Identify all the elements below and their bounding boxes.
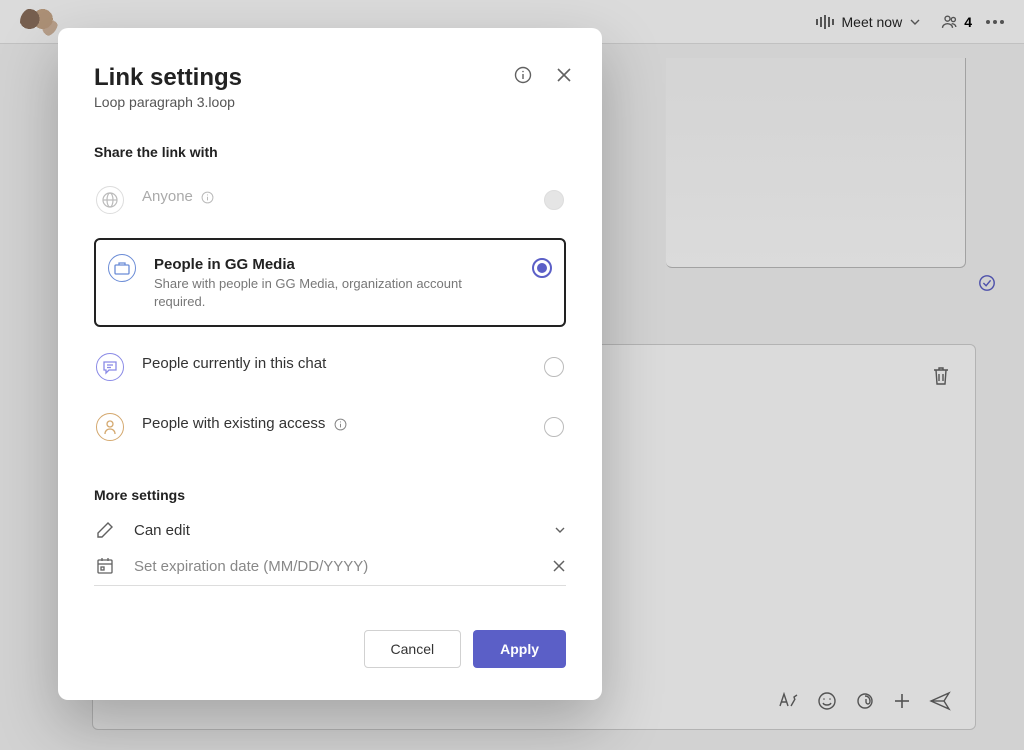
share-section-label: Share the link with [94,144,566,160]
apply-button[interactable]: Apply [473,630,566,668]
radio-indicator [532,258,552,278]
option-existing-label: People with existing access [142,415,526,432]
chevron-down-icon [554,524,566,536]
chat-icon [96,353,124,381]
info-icon [201,191,214,204]
radio-indicator [544,417,564,437]
option-org-label: People in GG Media [154,256,514,273]
option-org-description: Share with people in GG Media, organizat… [154,275,474,311]
close-button[interactable] [556,67,572,83]
close-icon [552,559,566,573]
globe-icon [96,186,124,214]
info-icon [334,418,347,431]
option-anyone-label: Anyone [142,188,526,205]
anyone-info-icon[interactable] [201,191,214,204]
person-icon [96,413,124,441]
link-settings-dialog: Link settings Loop paragraph 3.loop Shar… [58,28,602,700]
cancel-button[interactable]: Cancel [364,630,462,668]
can-edit-dropdown[interactable]: Can edit [94,521,566,539]
expiration-placeholder: Set expiration date (MM/DD/YYYY) [134,558,534,575]
dialog-subtitle: Loop paragraph 3.loop [94,94,566,110]
more-settings-label: More settings [94,487,566,503]
share-option-organization[interactable]: People in GG Media Share with people in … [94,238,566,327]
share-option-existing[interactable]: People with existing access [94,407,566,447]
option-chat-label: People currently in this chat [142,355,526,372]
share-option-anyone: Anyone [94,180,566,220]
radio-indicator [544,190,564,210]
pencil-icon [94,521,116,539]
info-icon [514,66,532,84]
calendar-icon [94,557,116,575]
close-icon [556,67,572,83]
info-button[interactable] [514,66,532,84]
radio-indicator [544,357,564,377]
expiration-date-field[interactable]: Set expiration date (MM/DD/YYYY) [94,557,566,586]
briefcase-icon [108,254,136,282]
existing-info-icon[interactable] [334,418,347,431]
can-edit-label: Can edit [134,522,536,539]
share-option-chat[interactable]: People currently in this chat [94,347,566,387]
dialog-title: Link settings [94,64,566,92]
clear-expiration-button[interactable] [552,559,566,573]
